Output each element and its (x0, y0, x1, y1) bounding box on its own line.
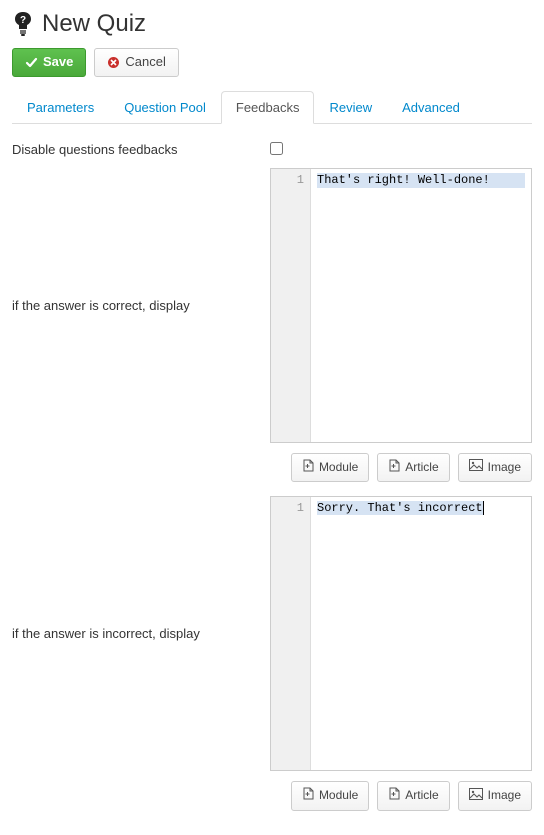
module-button[interactable]: Module (291, 453, 369, 483)
article-button-label: Article (405, 460, 438, 476)
code-line: Sorry. That's incorrect (317, 501, 483, 515)
cancel-button[interactable]: Cancel (94, 48, 178, 77)
image-button-label: Image (488, 788, 521, 804)
correct-answer-label: if the answer is correct, display (12, 168, 270, 443)
image-button-label: Image (488, 460, 521, 476)
file-plus-icon (388, 459, 400, 477)
editor-gutter: 1 (271, 169, 311, 442)
tab-advanced[interactable]: Advanced (387, 91, 475, 124)
tab-review[interactable]: Review (314, 91, 387, 124)
tab-question-pool[interactable]: Question Pool (109, 91, 221, 124)
save-button-label: Save (43, 54, 73, 71)
save-button[interactable]: Save (12, 48, 86, 77)
editor-gutter: 1 (271, 497, 311, 770)
cancel-button-label: Cancel (125, 54, 165, 71)
incorrect-answer-label: if the answer is incorrect, display (12, 496, 270, 771)
check-icon (25, 56, 38, 69)
correct-feedback-editor[interactable]: 1 That's right! Well-done! (270, 168, 532, 443)
module-button-label: Module (319, 460, 358, 476)
image-button[interactable]: Image (458, 453, 532, 483)
disable-feedbacks-label: Disable questions feedbacks (12, 142, 270, 157)
article-button[interactable]: Article (377, 781, 449, 811)
file-plus-icon (302, 459, 314, 477)
tab-parameters[interactable]: Parameters (12, 91, 109, 124)
module-button-label: Module (319, 788, 358, 804)
text-cursor (483, 501, 484, 515)
tabs: Parameters Question Pool Feedbacks Revie… (12, 91, 532, 124)
tab-feedbacks[interactable]: Feedbacks (221, 91, 315, 124)
svg-text:?: ? (20, 15, 26, 26)
quiz-icon: ? (12, 11, 34, 37)
code-line: That's right! Well-done! (317, 173, 525, 188)
cancel-icon (107, 56, 120, 69)
incorrect-feedback-editor[interactable]: 1 Sorry. That's incorrect (270, 496, 532, 771)
line-number: 1 (271, 173, 304, 187)
page-title: New Quiz (42, 10, 146, 38)
module-button[interactable]: Module (291, 781, 369, 811)
article-button[interactable]: Article (377, 453, 449, 483)
image-button[interactable]: Image (458, 781, 532, 811)
image-icon (469, 788, 483, 805)
file-plus-icon (388, 787, 400, 805)
article-button-label: Article (405, 788, 438, 804)
file-plus-icon (302, 787, 314, 805)
image-icon (469, 459, 483, 476)
line-number: 1 (271, 501, 304, 515)
disable-feedbacks-checkbox[interactable] (270, 142, 283, 155)
